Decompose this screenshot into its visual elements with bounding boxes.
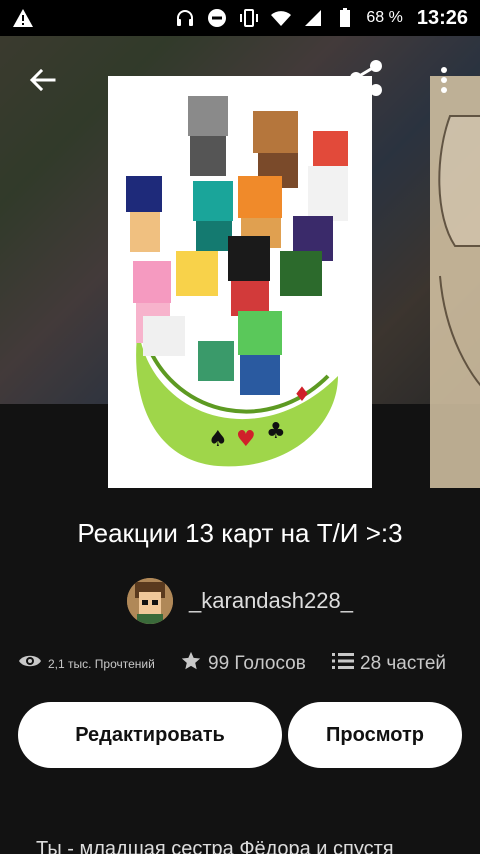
list-icon [332, 652, 354, 675]
clock: 13:26 [416, 6, 468, 29]
avatar[interactable] [127, 578, 174, 624]
story-description: Ты - младшая сестра Фёдора и спустя [36, 838, 394, 854]
svg-text:♥: ♥ [236, 427, 256, 452]
share-button[interactable] [344, 58, 388, 102]
svg-text:♦: ♦ [293, 382, 311, 406]
votes-stat: 99 Голосов [180, 650, 332, 677]
parts-stat: 28 частей [332, 652, 446, 675]
parts-count: 28 частей [360, 652, 447, 674]
signal-icon [302, 7, 324, 29]
svg-text:♣: ♣ [266, 419, 286, 444]
headphones-icon [174, 7, 196, 29]
more-options-button[interactable] [428, 62, 460, 102]
votes-count: 99 Голосов [208, 652, 306, 674]
vibrate-icon [238, 7, 260, 29]
author-row[interactable]: _karandash228_ [0, 578, 480, 624]
author-name[interactable]: _karandash228_ [189, 588, 353, 614]
eye-icon [18, 653, 42, 674]
reads-stat: 2,1 тыс. Прочтений [18, 653, 180, 674]
next-story-cover[interactable] [430, 76, 480, 488]
story-stats: 2,1 тыс. Прочтений 99 Голосов 28 частей [18, 650, 468, 677]
dnd-icon [206, 7, 228, 29]
view-button[interactable]: Просмотр [288, 702, 462, 768]
status-bar: 68 % 13:26 [0, 0, 480, 36]
back-button[interactable] [22, 62, 62, 102]
more-vertical-icon [440, 66, 448, 98]
back-arrow-icon [28, 66, 56, 99]
top-action-bar [0, 36, 480, 120]
star-icon [180, 650, 202, 677]
warning-icon [12, 7, 34, 29]
svg-text:♠: ♠ [208, 427, 228, 452]
story-title: Реакции 13 карт на Т/И >:3 [77, 518, 403, 548]
reads-count: 2,1 тыс. Прочтений [48, 656, 155, 671]
story-cover[interactable]: ♠ ♥ ♣ ♦ [108, 76, 372, 488]
share-icon [346, 58, 386, 103]
edit-button[interactable]: Редактировать [18, 702, 282, 768]
battery-percent: 68 % [366, 9, 403, 26]
battery-icon [334, 7, 356, 29]
wifi-icon [270, 7, 292, 29]
